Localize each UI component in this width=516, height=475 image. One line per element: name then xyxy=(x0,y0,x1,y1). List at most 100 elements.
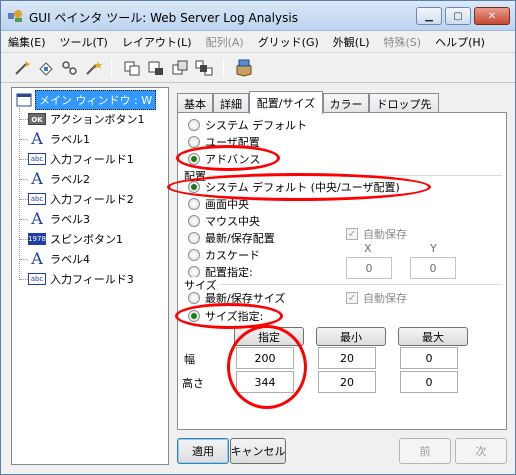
radio-screen-center[interactable]: 画面中央 xyxy=(188,196,249,212)
arrange-window-icon[interactable] xyxy=(193,58,215,78)
label-icon: A xyxy=(31,249,43,268)
tree-connector xyxy=(20,239,28,240)
menu-appearance[interactable]: 外観(L) xyxy=(326,34,377,50)
radio-dot-selected xyxy=(188,153,200,165)
tree-item[interactable]: abc 入力フィールド2 xyxy=(28,189,134,209)
tree-connector xyxy=(20,259,28,260)
tree-item-label: ラベル3 xyxy=(50,213,90,226)
menu-help[interactable]: ヘルプ(H) xyxy=(428,34,492,50)
specified-column-button[interactable]: 指定 xyxy=(234,327,304,346)
tree-item-label: アクションボタン1 xyxy=(50,113,145,126)
menu-layout[interactable]: レイアウト(L) xyxy=(115,34,199,50)
radio-dot xyxy=(188,136,200,148)
radio-advanced[interactable]: アドバンス xyxy=(188,151,260,167)
tab-drop-target[interactable]: ドロップ先 xyxy=(369,93,439,113)
tools-icon[interactable] xyxy=(59,58,81,78)
y-label: Y xyxy=(430,242,437,255)
app-icon xyxy=(8,10,22,22)
radio-dot xyxy=(188,232,200,244)
toolbar-separator xyxy=(223,59,224,77)
minimize-button[interactable]: ▁ xyxy=(416,7,442,25)
tree-item[interactable]: abc 入力フィールド3 xyxy=(28,269,134,289)
wand-icon[interactable] xyxy=(11,58,33,78)
apply-button[interactable]: 適用 xyxy=(177,438,229,464)
cancel-button[interactable]: キャンセル xyxy=(230,438,286,464)
size-autosave-checkbox[interactable]: ✓ 自動保存 xyxy=(346,290,407,306)
title-bar[interactable]: GUI ペインタ ツール: Web Server Log Analysis ▁ … xyxy=(1,1,515,31)
prev-button[interactable]: 前 xyxy=(399,438,451,464)
menu-arrange[interactable]: 配列(A) xyxy=(199,34,251,50)
tab-details[interactable]: 詳細 xyxy=(213,93,249,113)
tab-color[interactable]: カラー xyxy=(323,93,369,113)
copy-window-icon[interactable] xyxy=(121,58,143,78)
tree-item[interactable]: A ラベル3 xyxy=(28,209,90,229)
radio-system-default[interactable]: システム デフォルト xyxy=(188,117,307,133)
height-max-field[interactable]: 0 xyxy=(400,371,458,393)
tree-root[interactable]: メイン ウィンドウ : W xyxy=(16,90,157,110)
tree-item[interactable]: OK アクションボタン1 xyxy=(28,109,144,129)
radio-user-placement[interactable]: ユーザ配置 xyxy=(188,134,260,150)
tree-connector xyxy=(20,219,28,220)
radio-system-default-center[interactable]: システム デフォルト (中央/ユーザ配置) xyxy=(188,179,400,195)
tree-item[interactable]: 1978 スピンボタン1 xyxy=(28,229,123,249)
tree-item[interactable]: abc 入力フィールド1 xyxy=(28,149,134,169)
maximize-button[interactable]: ▢ xyxy=(445,7,471,25)
y-position-field[interactable]: 0 xyxy=(410,257,456,279)
x-position-field[interactable]: 0 xyxy=(346,257,392,279)
tree-connector xyxy=(19,108,20,280)
package-icon[interactable] xyxy=(233,58,255,78)
min-column-button[interactable]: 最小 xyxy=(316,327,386,346)
radio-specified-size[interactable]: サイズ指定: xyxy=(188,308,263,324)
menu-bar: 編集(E) ツール(T) レイアウト(L) 配列(A) グリッド(G) 外観(L… xyxy=(1,31,515,53)
toolbar xyxy=(1,53,515,83)
tree-item-label: 入力フィールド1 xyxy=(50,153,134,166)
tree-connector xyxy=(20,179,28,180)
width-row-label: 幅 xyxy=(184,353,195,366)
tree-root-label: メイン ウィンドウ : W xyxy=(35,90,157,110)
next-button[interactable]: 次 xyxy=(455,438,507,464)
radio-dot xyxy=(188,249,200,261)
magic-icon[interactable] xyxy=(83,58,105,78)
tree-item-label: ラベル4 xyxy=(50,253,90,266)
tree-item[interactable]: A ラベル2 xyxy=(28,169,90,189)
tree-item[interactable]: A ラベル1 xyxy=(28,129,90,149)
menu-grid[interactable]: グリッド(G) xyxy=(251,34,326,50)
menu-special[interactable]: 特殊(S) xyxy=(377,34,429,50)
paint-icon[interactable] xyxy=(35,58,57,78)
checkbox-box: ✓ xyxy=(346,228,358,240)
width-specified-field[interactable]: 200 xyxy=(236,347,294,369)
radio-dot-selected xyxy=(188,310,200,322)
tab-basic[interactable]: 基本 xyxy=(177,93,213,113)
app-window: GUI ペインタ ツール: Web Server Log Analysis ▁ … xyxy=(0,0,516,475)
max-column-button[interactable]: 最大 xyxy=(398,327,468,346)
radio-mouse-center[interactable]: マウス中央 xyxy=(188,213,260,229)
x-label: X xyxy=(364,242,372,255)
tree-connector xyxy=(20,279,28,280)
label-icon: A xyxy=(31,169,43,188)
input-field-icon: abc xyxy=(28,273,46,285)
paste-window-icon[interactable] xyxy=(145,58,167,78)
radio-dot xyxy=(188,292,200,304)
duplicate-window-icon[interactable] xyxy=(169,58,191,78)
tree-item-label: ラベル1 xyxy=(50,133,90,146)
toolbar-separator xyxy=(111,59,112,77)
placement-autosave-checkbox[interactable]: ✓ 自動保存 xyxy=(346,226,407,242)
component-tree[interactable]: メイン ウィンドウ : W OK アクションボタン1 A ラベル1 abc 入力… xyxy=(11,87,169,465)
radio-last-saved-size[interactable]: 最新/保存サイズ xyxy=(188,290,285,306)
tree-item[interactable]: A ラベル4 xyxy=(28,249,90,269)
label-icon: A xyxy=(31,129,43,148)
width-max-field[interactable]: 0 xyxy=(400,347,458,369)
input-field-icon: abc xyxy=(28,193,46,205)
radio-last-saved-position[interactable]: 最新/保存配置 xyxy=(188,230,275,246)
radio-cascade[interactable]: カスケード xyxy=(188,247,260,263)
height-min-field[interactable]: 20 xyxy=(318,371,376,393)
window-icon xyxy=(16,93,32,107)
tree-item-label: 入力フィールド3 xyxy=(50,273,134,286)
menu-tools[interactable]: ツール(T) xyxy=(53,34,115,50)
height-specified-field[interactable]: 344 xyxy=(236,371,294,393)
tree-item-label: 入力フィールド2 xyxy=(50,193,134,206)
menu-edit[interactable]: 編集(E) xyxy=(1,34,53,50)
width-min-field[interactable]: 20 xyxy=(318,347,376,369)
tab-layout-size[interactable]: 配置/サイズ xyxy=(249,91,323,114)
close-button[interactable]: ✕ xyxy=(474,7,510,25)
